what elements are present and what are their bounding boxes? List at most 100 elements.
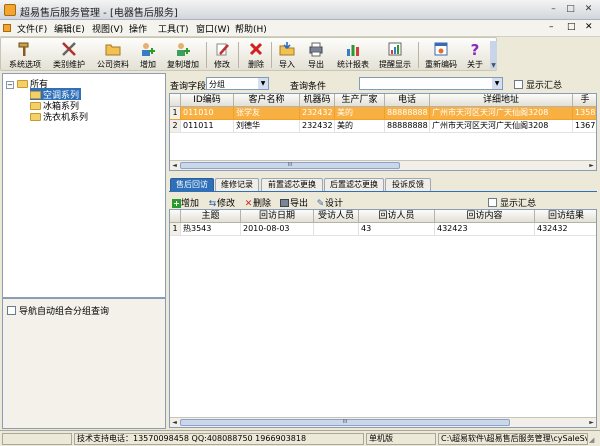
column-header[interactable]: 回访内容 [435, 210, 535, 223]
column-header[interactable]: ID编码 [181, 94, 234, 107]
cell-address[interactable]: 广州市天河区天河广天仙阁3208 [430, 107, 573, 120]
visit-grid-hscrollbar[interactable]: ◄ III ► [170, 417, 596, 427]
nav-auto-group-checkbox[interactable]: 导航自动组合分组查询 [7, 304, 109, 317]
cell-phone[interactable]: 88888888 [385, 107, 430, 120]
scroll-thumb[interactable]: III [180, 162, 400, 169]
cell-id[interactable]: 011010 [181, 107, 234, 120]
company-info-button[interactable]: 公司资料 [93, 39, 133, 70]
export-button[interactable]: 导出 [303, 39, 329, 70]
system-options-button[interactable]: 系统选项 [5, 39, 45, 70]
mdi-icon[interactable] [3, 24, 11, 32]
customer-grid-hscrollbar[interactable]: ◄ III ► [170, 160, 596, 170]
cell-date[interactable]: 2010-08-03 [241, 223, 314, 236]
about-button[interactable]: ? 关于 [462, 39, 488, 70]
detail-delete-button[interactable]: ✕删除 [244, 196, 271, 209]
column-header[interactable]: 机器码 [300, 94, 335, 107]
menu-tools[interactable]: 工具(T) [158, 22, 189, 35]
cell-phone[interactable]: 88888888 [385, 120, 430, 133]
cell-result[interactable]: 432432 [535, 223, 596, 236]
category-maintain-button[interactable]: 类别维护 [49, 39, 89, 70]
mdi-minimize-button[interactable]: – [549, 22, 554, 32]
chevron-down-icon[interactable]: ▼ [258, 78, 268, 89]
window-title: 超易售后服务管理 - [电器售后服务] [20, 8, 178, 19]
tab-complaints[interactable]: 投诉反馈 [385, 178, 431, 191]
column-header[interactable]: 手 [573, 94, 596, 107]
tab-repair-records[interactable]: 维修记录 [215, 178, 259, 191]
cell-id[interactable]: 011011 [181, 120, 234, 133]
checkbox-box[interactable] [514, 80, 523, 89]
checkbox-box[interactable] [488, 198, 497, 207]
cell-maker[interactable]: 美的 [335, 107, 385, 120]
cell-subject[interactable]: 热3543 [181, 223, 241, 236]
menu-view[interactable]: 视图(V) [92, 22, 123, 35]
menu-bar: 文件(F) 编辑(E) 视图(V) 操作 工具(T) 窗口(W) 帮助(H) –… [0, 20, 600, 37]
tab-after-sales-visit[interactable]: 售后回访 [170, 178, 214, 191]
add-button[interactable]: 增加 [135, 39, 161, 70]
cell-mobile[interactable]: 13677 [573, 120, 596, 133]
main-toolbar: 系统选项 类别维护 公司资料 增加 复制增加 修改 删除 导入 导出 统计报表 … [0, 37, 497, 71]
tree-node-washer[interactable]: 洗衣机系列 [30, 110, 88, 123]
cell-maker[interactable]: 美的 [335, 120, 385, 133]
scroll-thumb[interactable]: III [180, 419, 510, 426]
tab-rear-filter[interactable]: 后置滤芯更换 [324, 178, 384, 191]
cell-name[interactable]: 张学友 [234, 107, 300, 120]
close-button[interactable]: ✕ [581, 3, 596, 16]
column-header[interactable]: 回访人员 [359, 210, 435, 223]
support-contact: 技术支持电话：13570098458 QQ:408088750 19669038… [74, 433, 364, 445]
detail-design-button[interactable]: ✎设计 [316, 196, 343, 209]
delete-button[interactable]: 删除 [243, 39, 269, 70]
column-header[interactable]: 客户名称 [234, 94, 300, 107]
column-header[interactable]: 详细地址 [430, 94, 573, 107]
copy-add-button[interactable]: 复制增加 [163, 39, 203, 70]
recode-button[interactable]: 重新编码 [421, 39, 461, 70]
import-button[interactable]: 导入 [274, 39, 300, 70]
resize-grip-icon[interactable]: ◢ [589, 435, 599, 445]
cell-content[interactable]: 432423 [435, 223, 535, 236]
stats-report-button[interactable]: 统计报表 [333, 39, 373, 70]
maximize-button[interactable]: □ [563, 3, 578, 16]
modify-button[interactable]: 修改 [209, 39, 235, 70]
menu-window[interactable]: 窗口(W) [196, 22, 230, 35]
cell-machine[interactable]: 232432 [300, 120, 335, 133]
query-field-select[interactable]: 分组 ▼ [206, 77, 269, 90]
cell-address[interactable]: 广州市天河区天河广天仙阁3208 [430, 120, 573, 133]
reminder-button[interactable]: 提醒显示 [375, 39, 415, 70]
detail-add-button[interactable]: +增加 [172, 196, 199, 209]
column-header[interactable]: 电话 [385, 94, 430, 107]
detail-show-summary-checkbox[interactable]: 显示汇总 [488, 196, 536, 209]
column-header[interactable]: 受访人员 [314, 210, 359, 223]
menu-operate[interactable]: 操作 [129, 22, 147, 35]
cell-machine[interactable]: 232432 [300, 107, 335, 120]
menu-file[interactable]: 文件(F) [17, 22, 47, 35]
detail-modify-button[interactable]: ⇆修改 [208, 196, 235, 209]
cell-visitee[interactable] [314, 223, 359, 236]
tab-front-filter[interactable]: 前置滤芯更换 [261, 178, 323, 191]
scroll-left-icon[interactable]: ◄ [170, 161, 179, 170]
column-header[interactable]: 生产厂家 [335, 94, 385, 107]
mdi-maximize-button[interactable]: □ [567, 22, 576, 32]
column-header[interactable]: 回访日期 [241, 210, 314, 223]
scroll-left-icon[interactable]: ◄ [170, 418, 179, 427]
mdi-close-button[interactable]: ✕ [585, 22, 593, 32]
toolbar-overflow-chevron-icon[interactable]: ▼ [490, 41, 497, 69]
checkbox-box[interactable] [7, 306, 16, 315]
menu-help[interactable]: 帮助(H) [235, 22, 267, 35]
show-summary-checkbox[interactable]: 显示汇总 [514, 78, 562, 91]
chevron-down-icon[interactable]: ▼ [492, 78, 502, 89]
detail-show-summary-label: 显示汇总 [500, 199, 537, 209]
cell-name[interactable]: 刘德华 [234, 120, 300, 133]
scroll-right-icon[interactable]: ► [587, 418, 596, 427]
about-label: 关于 [467, 60, 483, 69]
column-header[interactable]: 主题 [181, 210, 241, 223]
column-header[interactable]: 回访结果 [535, 210, 596, 223]
minimize-button[interactable]: – [546, 3, 561, 16]
scroll-right-icon[interactable]: ► [587, 161, 596, 170]
collapse-icon[interactable]: − [6, 81, 14, 89]
menu-edit[interactable]: 编辑(E) [54, 22, 85, 35]
detail-export-button[interactable]: 导出 [280, 196, 308, 209]
cell-mobile[interactable]: 13588 [573, 107, 596, 120]
query-condition-select[interactable]: ▼ [359, 77, 503, 90]
cell-visitor[interactable]: 43 [359, 223, 435, 236]
query-condition-label: 查询条件 [290, 82, 327, 92]
copy-add-icon [177, 43, 190, 56]
